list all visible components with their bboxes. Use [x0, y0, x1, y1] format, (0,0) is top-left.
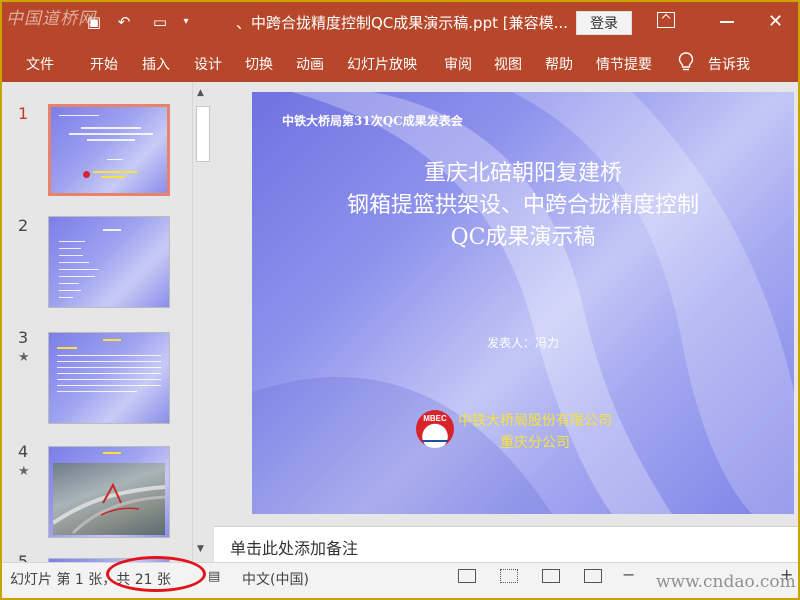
watermark-logo: 中国道桥网 — [6, 9, 96, 29]
close-icon[interactable]: ✕ — [768, 11, 783, 32]
thumbnail-bridge-photo — [51, 463, 166, 535]
scroll-thumb[interactable] — [196, 106, 210, 162]
thumbnail-text-line — [57, 391, 137, 392]
thumbnail-text-line — [103, 452, 121, 454]
thumbnail-text-line — [57, 373, 161, 374]
thumbnail-text-line — [59, 290, 81, 291]
slide-editor: 中铁大桥局第31次QC成果发表会 重庆北碚朝阳复建桥 钢箱提篮拱架设、中跨合拢精… — [214, 82, 798, 526]
thumbnail-text-line — [59, 269, 99, 270]
save-icon[interactable]: ▣ — [84, 12, 104, 32]
thumbnail-text-line — [81, 127, 141, 129]
slide-sorter-icon[interactable] — [500, 569, 518, 583]
scroll-up-icon[interactable]: ▲ — [197, 88, 204, 98]
thumbnail-text-line — [69, 133, 153, 135]
thumbnail-text-line — [57, 379, 161, 380]
thumbnail-text-line — [59, 297, 73, 298]
thumbnail-text-line — [59, 262, 89, 263]
reading-view-icon[interactable] — [542, 569, 560, 583]
tab-review[interactable]: 审阅 — [444, 54, 472, 74]
zoom-out-button[interactable]: − — [622, 565, 635, 584]
mbec-logo-text: MBEC — [423, 414, 447, 423]
thumbnail-scrollbar[interactable]: ▲ ▼ — [192, 82, 212, 562]
tab-file[interactable]: 文件 — [26, 54, 54, 74]
language-status[interactable]: 中文(中国) — [242, 569, 309, 589]
presenter-label: 发表人：冯力 — [486, 336, 559, 350]
thumbnail-text-line — [59, 248, 81, 249]
tab-home[interactable]: 开始 — [90, 54, 118, 74]
thumbnail-text-line — [57, 385, 161, 386]
thumbnail-logo-icon — [83, 171, 90, 178]
thumbnail-text-line — [87, 139, 135, 141]
window-title: 、中跨合拢精度控制QC成果演示稿.ppt [兼容模... — [236, 14, 568, 32]
site-watermark: www.cndao.com — [656, 572, 796, 592]
current-slide[interactable]: 中铁大桥局第31次QC成果发表会 重庆北碚朝阳复建桥 钢箱提篮拱架设、中跨合拢精… — [252, 92, 794, 514]
slide-title-line: 重庆北碚朝阳复建桥 — [423, 161, 622, 186]
slide-thumbnail-1[interactable] — [48, 104, 170, 196]
undo-icon[interactable]: ↶ — [114, 12, 134, 32]
tab-animations[interactable]: 动画 — [296, 54, 324, 74]
slide-title-line: QC成果演示稿 — [450, 225, 596, 250]
thumbnail-text-line — [59, 255, 83, 256]
tab-slideshow[interactable]: 幻灯片放映 — [347, 54, 417, 74]
ribbon-display-options-icon[interactable] — [657, 12, 675, 28]
thumbnail-text-line — [57, 355, 161, 356]
tell-me-search[interactable]: 告诉我 — [708, 54, 750, 74]
slide-title: 重庆北碚朝阳复建桥 钢箱提篮拱架设、中跨合拢精度控制 QC成果演示稿 — [252, 158, 794, 254]
company-name: 中铁大桥局股份有限公司 重庆分公司 — [458, 410, 612, 454]
tab-insert[interactable]: 插入 — [142, 54, 170, 74]
company-name-line: 重庆分公司 — [500, 435, 570, 451]
thumbnail-text-line — [93, 171, 137, 173]
thumbnail-text-line — [59, 276, 95, 277]
ribbon-tabs: 文件 开始 插入 设计 切换 动画 幻灯片放映 审阅 视图 帮助 情节提要 告诉… — [2, 44, 798, 82]
slide-thumbnail-pane: 1 2 3 ★ 4 ★ — [2, 82, 212, 571]
thumbnail-text-line — [103, 339, 121, 341]
slide-thumbnail-4[interactable] — [48, 446, 170, 538]
conference-title: 中铁大桥局第31次QC成果发表会 — [282, 114, 463, 128]
slide-thumbnail-2[interactable] — [48, 216, 170, 308]
tab-transitions[interactable]: 切换 — [245, 54, 273, 74]
thumbnail-text-line — [57, 347, 77, 349]
animation-star-icon: ★ — [18, 464, 30, 479]
normal-view-icon[interactable] — [458, 569, 476, 583]
company-name-line: 中铁大桥局股份有限公司 — [458, 413, 612, 429]
notes-pane[interactable]: 单击此处添加备注 — [214, 526, 798, 562]
thumbnail-text-line — [59, 241, 85, 242]
bridge-photo-drawing — [51, 482, 166, 535]
powerpoint-window: 中国道桥网 ▣ ↶ ▭ ▾ 、中跨合拢精度控制QC成果演示稿.ppt [兼容模.… — [0, 0, 800, 600]
tab-help[interactable]: 帮助 — [545, 54, 573, 74]
thumbnail-text-line — [103, 229, 121, 231]
thumbnail-text-line — [107, 159, 123, 160]
notes-placeholder: 单击此处添加备注 — [230, 539, 359, 558]
slide-number: 2 — [18, 216, 29, 235]
thumbnail-text-line — [57, 367, 161, 368]
slide-title-line: 钢箱提篮拱架设、中跨合拢精度控制 — [346, 193, 699, 218]
present-icon[interactable]: ▭ — [150, 12, 170, 32]
minimize-icon[interactable] — [720, 21, 734, 23]
thumbnail-text-line — [59, 115, 99, 116]
thumbnail-text-line — [59, 283, 79, 284]
animation-star-icon: ★ — [18, 350, 30, 365]
slideshow-view-icon[interactable] — [584, 569, 602, 583]
thumbnail-background — [51, 107, 167, 193]
tab-view[interactable]: 视图 — [494, 54, 522, 74]
lightbulb-icon[interactable] — [678, 52, 694, 72]
spellcheck-icon[interactable]: ▤ — [208, 569, 220, 584]
login-button[interactable]: 登录 — [576, 11, 632, 35]
slide-number: 4 — [18, 442, 29, 461]
thumbnail-text-line — [101, 176, 125, 178]
qat-dropdown-icon[interactable]: ▾ — [176, 12, 196, 32]
tab-design[interactable]: 设计 — [194, 54, 222, 74]
highlight-annotation-oval — [106, 556, 206, 592]
scroll-down-icon[interactable]: ▼ — [197, 544, 204, 554]
slide-number: 3 — [18, 328, 29, 347]
logo-bridge-icon — [422, 430, 448, 442]
slide-number: 1 — [18, 104, 29, 123]
slide-thumbnail-3[interactable] — [48, 332, 170, 424]
thumbnail-text-line — [57, 361, 161, 362]
title-bar: 中国道桥网 ▣ ↶ ▭ ▾ 、中跨合拢精度控制QC成果演示稿.ppt [兼容模.… — [2, 2, 798, 44]
tab-storyboard[interactable]: 情节提要 — [596, 54, 652, 74]
